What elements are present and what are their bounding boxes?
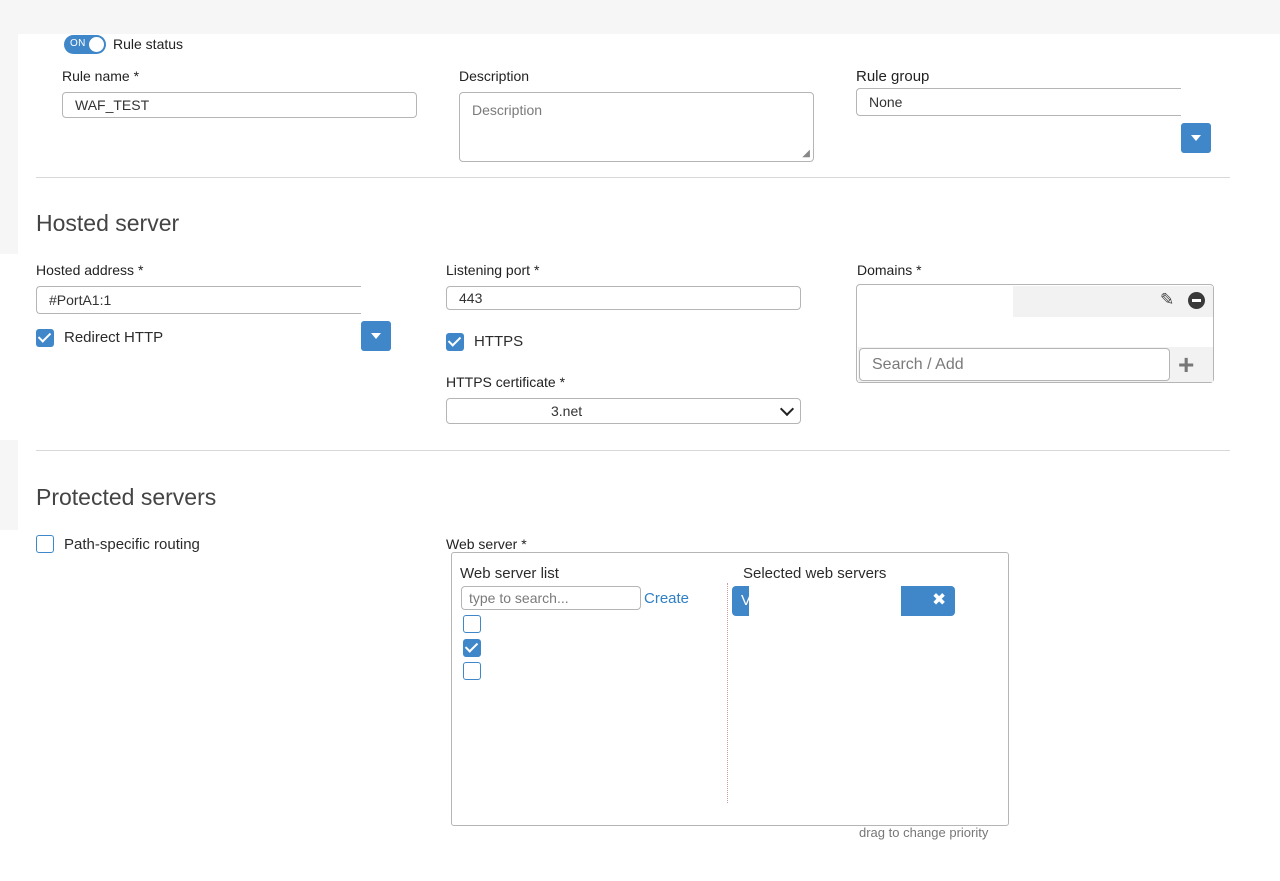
web-server-panel: Web server list type to search... Create… — [451, 552, 1009, 826]
description-placeholder: Description — [472, 102, 543, 118]
selected-server-item[interactable]: V ✖ — [732, 586, 955, 616]
protected-servers-title: Protected servers — [36, 484, 217, 510]
left-margin — [0, 440, 18, 530]
listening-port-input[interactable]: 443 — [446, 286, 801, 310]
rule-name-value: WAF_TEST — [75, 97, 150, 113]
https-certificate-select[interactable]: 3.net — [446, 398, 801, 424]
web-server-list-title: Web server list — [460, 565, 559, 582]
remove-circle-icon[interactable] — [1188, 292, 1205, 309]
https-certificate-value: 3.net — [551, 403, 583, 419]
divider — [36, 450, 1230, 451]
https-label: HTTPS — [474, 333, 524, 350]
list-separator — [727, 583, 728, 803]
chevron-down-icon — [779, 401, 795, 417]
rule-name-label: Rule name * — [62, 68, 140, 84]
web-server-search-input[interactable]: type to search... — [461, 586, 641, 610]
https-certificate-label: HTTPS certificate * — [446, 374, 566, 390]
hosted-address-value: #PortA1:1 — [49, 292, 112, 308]
web-server-search-placeholder: type to search... — [469, 590, 569, 606]
divider — [36, 177, 1230, 178]
web-server-item-checkbox[interactable] — [463, 639, 481, 657]
hosted-address-select[interactable]: #PortA1:1 — [36, 286, 361, 314]
rule-name-input[interactable]: WAF_TEST — [62, 92, 417, 118]
hosted-server-title: Hosted server — [36, 210, 180, 236]
toggle-knob — [89, 37, 104, 52]
left-margin — [0, 34, 18, 254]
close-icon[interactable]: ✖ — [932, 590, 946, 610]
path-routing-label: Path-specific routing — [64, 536, 200, 553]
toggle-state-text: ON — [70, 38, 86, 49]
selected-web-servers-title: Selected web servers — [743, 565, 887, 582]
path-routing-checkbox[interactable] — [36, 535, 54, 553]
redirect-http-label: Redirect HTTP — [64, 329, 164, 346]
web-server-item-checkbox[interactable] — [463, 615, 481, 633]
rule-group-value: None — [869, 94, 903, 110]
rule-group-select[interactable]: None — [856, 88, 1181, 116]
description-textarea[interactable]: Description ◢ — [459, 92, 814, 162]
hosted-address-label: Hosted address * — [36, 262, 144, 278]
redirect-http-checkbox[interactable] — [36, 329, 54, 347]
rule-status-label: Rule status — [113, 36, 184, 52]
rule-group-label: Rule group — [856, 68, 930, 85]
domain-entry[interactable] — [1013, 286, 1213, 317]
edit-pencil-icon[interactable]: ✎ — [1160, 290, 1174, 310]
top-band — [0, 0, 1280, 34]
rule-group-dropdown-button[interactable] — [1181, 123, 1211, 153]
listening-port-label: Listening port * — [446, 262, 540, 278]
domains-label: Domains * — [857, 262, 922, 278]
hosted-address-dropdown-button[interactable] — [361, 321, 391, 351]
listening-port-value: 443 — [459, 290, 483, 306]
resize-handle-icon[interactable]: ◢ — [802, 148, 810, 159]
rule-status-toggle[interactable]: ON — [64, 35, 106, 54]
plus-icon[interactable]: + — [1178, 349, 1194, 381]
domains-search-input[interactable]: Search / Add — [859, 348, 1170, 381]
web-server-label: Web server * — [446, 536, 527, 552]
drag-priority-hint: drag to change priority — [859, 825, 989, 840]
create-link[interactable]: Create — [644, 590, 689, 607]
selected-server-name — [749, 586, 901, 616]
domains-search-placeholder: Search / Add — [872, 355, 964, 373]
web-server-item-checkbox[interactable] — [463, 662, 481, 680]
domains-box: ✎ Search / Add + — [856, 284, 1214, 383]
description-label: Description — [459, 68, 530, 84]
https-checkbox[interactable] — [446, 333, 464, 351]
